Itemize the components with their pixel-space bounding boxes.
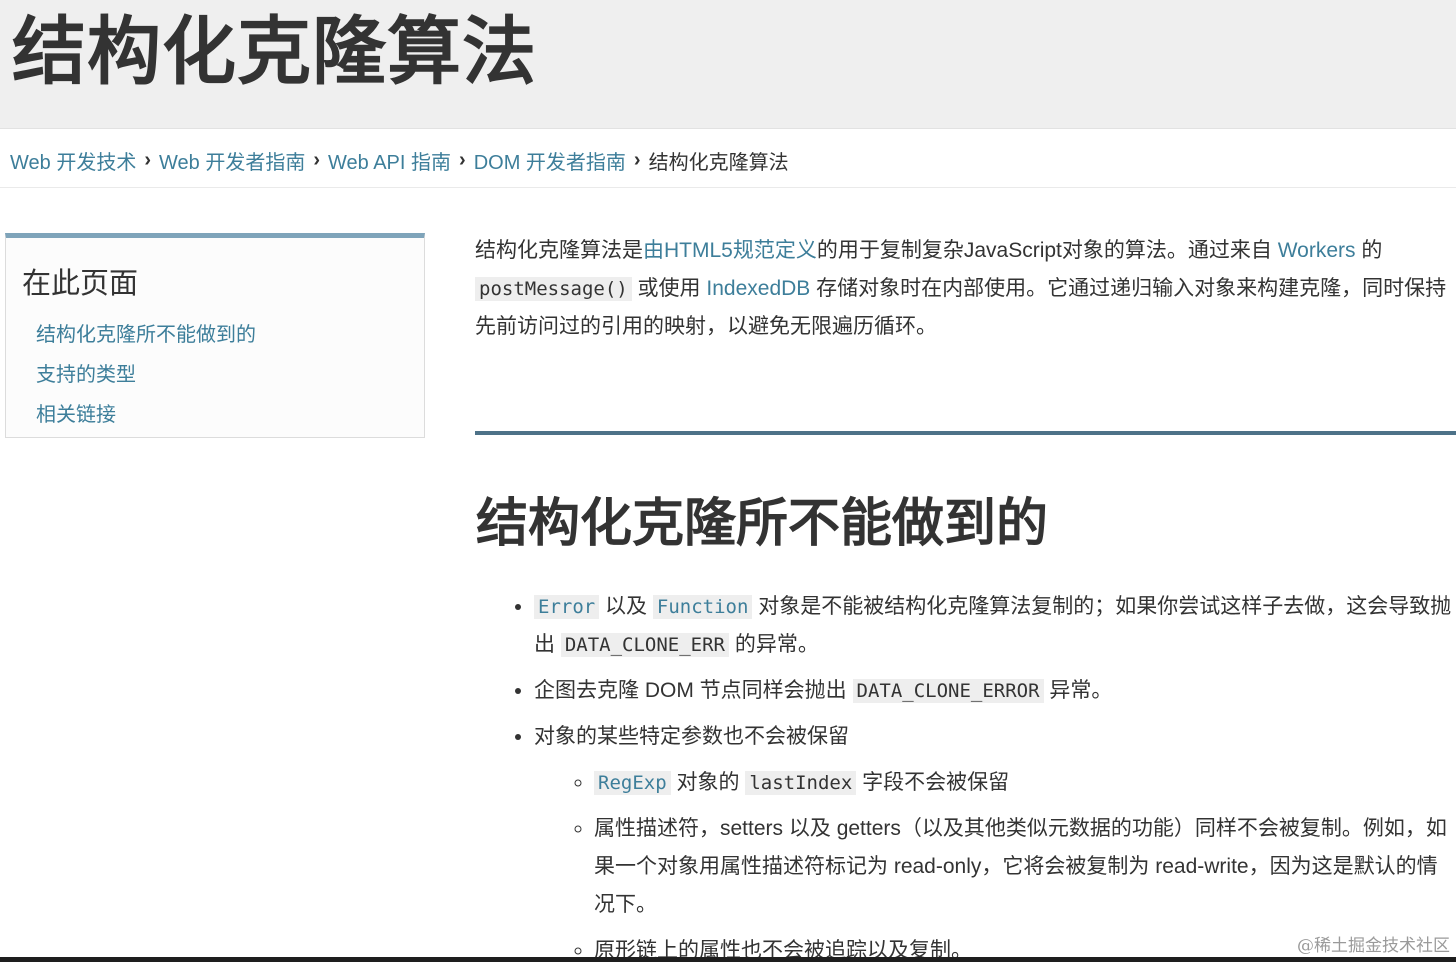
toc-item: 结构化克隆所不能做到的 (36, 320, 256, 360)
limitations-list: Error 以及 Function 对象是不能被结构化克隆算法复制的；如果你尝试… (534, 588, 1454, 978)
breadcrumb-link-dev-guide[interactable]: Web 开发者指南 (159, 146, 305, 175)
lastindex-code: lastIndex (745, 771, 857, 795)
sub-list-item: RegExp 对象的 lastIndex 字段不会被保留 (594, 764, 1454, 802)
workers-link[interactable]: Workers (1278, 239, 1356, 262)
list-text: 字段不会被保留 (856, 771, 1010, 794)
table-of-contents: 在此页面 结构化克隆所不能做到的 支持的类型 相关链接 (5, 233, 425, 438)
intro-text: 的 (1355, 239, 1383, 262)
breadcrumb-link-web-tech[interactable]: Web 开发技术 (10, 146, 136, 175)
intro-text: 或使用 (631, 277, 707, 300)
intro-text: 的用于复制复杂JavaScript对象的算法。通过来自 (816, 239, 1278, 262)
function-code-link[interactable]: Function (652, 595, 753, 619)
breadcrumb-link-web-api-guide[interactable]: Web API 指南 (328, 146, 451, 175)
data-clone-err-code: DATA_CLONE_ERR (560, 633, 729, 657)
html5-spec-link[interactable]: 由HTML5规范定义 (643, 239, 817, 262)
breadcrumb-link-dom-guide[interactable]: DOM 开发者指南 (474, 146, 626, 175)
breadcrumb: Web 开发技术 › Web 开发者指南 › Web API 指南 › DOM … (10, 143, 789, 177)
list-text: 对象的 (670, 771, 746, 794)
list-text: 企图去克隆 DOM 节点同样会抛出 (534, 679, 853, 702)
error-code-link[interactable]: Error (534, 595, 600, 619)
postmessage-code: postMessage() (475, 277, 632, 301)
breadcrumb-separator: › (633, 148, 641, 171)
breadcrumb-separator: › (313, 148, 320, 171)
toc-link-related[interactable]: 相关链接 (36, 404, 116, 426)
list-text: 对象的某些特定参数也不会被保留 (534, 725, 849, 748)
list-text: 以及 (599, 595, 653, 618)
list-item: 企图去克隆 DOM 节点同样会抛出 DATA_CLONE_ERROR 异常。 (534, 672, 1454, 710)
list-text: 异常。 (1043, 679, 1113, 702)
toc-title: 在此页面 (22, 266, 139, 300)
toc-link-limitations[interactable]: 结构化克隆所不能做到的 (36, 324, 256, 346)
list-item: Error 以及 Function 对象是不能被结构化克隆算法复制的；如果你尝试… (534, 588, 1454, 664)
list-text: 的异常。 (729, 633, 819, 656)
toc-list: 结构化克隆所不能做到的 支持的类型 相关链接 (36, 320, 256, 440)
intro-paragraph: 结构化克隆算法是由HTML5规范定义的用于复制复杂JavaScript对象的算法… (475, 232, 1456, 346)
section-heading: 结构化克隆所不能做到的 (476, 493, 1049, 554)
page-title: 结构化克隆算法 (12, 9, 537, 95)
breadcrumb-separator: › (144, 148, 151, 171)
indexeddb-link[interactable]: IndexedDB (706, 277, 810, 300)
bottom-bar (0, 957, 1456, 962)
toc-item: 支持的类型 (36, 360, 256, 400)
intro-text: 存储对象时在内部使用。 (810, 277, 1048, 300)
main-content: 结构化克隆算法是由HTML5规范定义的用于复制复杂JavaScript对象的算法… (475, 232, 1456, 346)
data-clone-error-code: DATA_CLONE_ERROR (852, 679, 1044, 703)
list-text: 属性描述符，setters 以及 getters（以及其他类似元数据的功能）同样… (594, 817, 1447, 916)
breadcrumb-divider (0, 187, 1456, 188)
page-header: 结构化克隆算法 (0, 0, 1456, 129)
sub-list-item: 属性描述符，setters 以及 getters（以及其他类似元数据的功能）同样… (594, 810, 1454, 924)
intro-text: 结构化克隆算法是 (475, 239, 643, 262)
section-divider (475, 431, 1456, 435)
watermark: @稀土掘金技术社区 (1297, 936, 1450, 956)
regexp-code-link[interactable]: RegExp (594, 771, 671, 795)
toc-link-supported-types[interactable]: 支持的类型 (36, 364, 136, 386)
breadcrumb-current: 结构化克隆算法 (648, 151, 789, 174)
breadcrumb-separator: › (459, 148, 466, 171)
toc-item: 相关链接 (36, 400, 256, 440)
